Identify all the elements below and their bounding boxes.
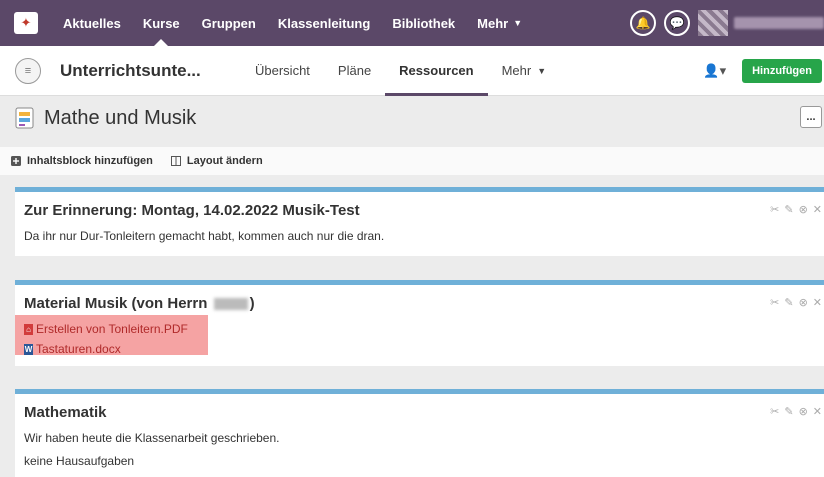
tab-ressourcen[interactable]: Ressourcen	[385, 46, 488, 96]
nav-item-aktuelles[interactable]: Aktuelles	[52, 0, 132, 46]
word-icon: W	[24, 343, 33, 355]
block-actions: ✂ ✎ ⊗ ✕	[770, 296, 822, 309]
nav-item-klassenleitung[interactable]: Klassenleitung	[267, 0, 381, 46]
avatar[interactable]	[698, 10, 728, 36]
more-options-button[interactable]: ...	[800, 106, 822, 128]
bell-icon[interactable]: 🔔	[630, 10, 656, 36]
close-icon[interactable]: ✕	[813, 203, 822, 216]
app-logo-icon[interactable]: ✦	[14, 12, 38, 34]
chat-icon[interactable]: 💬	[664, 10, 690, 36]
block-title: Zur Erinnerung: Montag, 14.02.2022 Musik…	[24, 202, 360, 219]
close-icon[interactable]: ✕	[813, 405, 822, 418]
course-subnav-bar: ≡ Unterrichtsunte... Übersicht Pläne Res…	[0, 46, 824, 96]
course-title[interactable]: Unterrichtsunte...	[60, 61, 220, 81]
subbar-right: 👤▾ Hinzufügen	[703, 46, 824, 96]
topbar-right: 🔔 💬	[630, 0, 824, 46]
pencil-icon[interactable]: ✎	[784, 296, 793, 309]
user-name-redacted[interactable]	[734, 17, 824, 29]
plus-square-icon	[11, 156, 21, 166]
content-toolbar: Inhaltsblock hinzufügen Layout ändern	[0, 147, 824, 175]
course-tabs: Übersicht Pläne Ressourcen Mehr ▼	[241, 46, 560, 96]
redacted-name	[213, 298, 248, 311]
nav-item-gruppen[interactable]: Gruppen	[191, 0, 267, 46]
page-title: Mathe und Musik	[44, 106, 197, 129]
pencil-icon[interactable]: ✎	[784, 405, 793, 418]
block-text: Wir haben heute die Klassenarbeit geschr…	[24, 431, 280, 445]
main-nav: Aktuelles Kurse Gruppen Klassenleitung B…	[52, 0, 533, 46]
block-text: Da ihr nur Dur-Tonleitern gemacht habt, …	[24, 229, 385, 243]
nav-item-bibliothek[interactable]: Bibliothek	[381, 0, 466, 46]
tab-uebersicht[interactable]: Übersicht	[241, 46, 324, 96]
tab-plaene[interactable]: Pläne	[324, 46, 385, 96]
cut-icon[interactable]: ✂	[770, 405, 779, 418]
close-icon[interactable]: ✕	[813, 296, 822, 309]
content-block-erinnerung: Zur Erinnerung: Montag, 14.02.2022 Musik…	[15, 187, 824, 256]
pencil-icon[interactable]: ✎	[784, 203, 793, 216]
block-actions: ✂ ✎ ⊗ ✕	[770, 203, 822, 216]
block-text: keine Hausaufgaben	[24, 454, 135, 468]
copy-icon[interactable]: ⊗	[799, 405, 808, 418]
file-link-docx[interactable]: W Tastaturen.docx	[24, 342, 121, 356]
add-button[interactable]: Hinzufügen	[742, 59, 822, 83]
page-header: Mathe und Musik ...	[0, 96, 824, 140]
chevron-down-icon: ▼	[513, 18, 523, 28]
copy-icon[interactable]: ⊗	[799, 203, 808, 216]
pdf-icon: ⌂	[24, 323, 33, 335]
content-block-material-musik: Material Musik (von Herrn ) ✂ ✎ ⊗ ✕ ⌂ Er…	[15, 280, 824, 366]
course-avatar-icon[interactable]: ≡	[15, 57, 41, 84]
content-block-mathematik: Mathematik ✂ ✎ ⊗ ✕ Wir haben heute die K…	[15, 389, 824, 477]
copy-icon[interactable]: ⊗	[799, 296, 808, 309]
add-content-block-button[interactable]: Inhaltsblock hinzufügen	[11, 155, 153, 167]
change-layout-button[interactable]: Layout ändern	[170, 155, 263, 167]
top-navigation-bar: ✦ Aktuelles Kurse Gruppen Klassenleitung…	[0, 0, 824, 46]
cut-icon[interactable]: ✂	[770, 203, 779, 216]
document-icon	[15, 107, 34, 129]
block-title: Material Musik (von Herrn )	[24, 295, 255, 312]
block-title: Mathematik	[24, 404, 107, 421]
layout-columns-icon	[170, 156, 181, 166]
file-link-pdf[interactable]: ⌂ Erstellen von Tonleitern.PDF	[24, 322, 188, 336]
nav-item-mehr[interactable]: Mehr ▼	[466, 0, 533, 46]
block-actions: ✂ ✎ ⊗ ✕	[770, 405, 822, 418]
tab-mehr[interactable]: Mehr ▼	[488, 46, 561, 96]
chevron-down-icon: ▼	[537, 65, 547, 76]
nav-item-kurse[interactable]: Kurse	[132, 0, 191, 46]
cut-icon[interactable]: ✂	[770, 296, 779, 309]
person-dropdown-icon[interactable]: 👤▾	[703, 63, 726, 79]
